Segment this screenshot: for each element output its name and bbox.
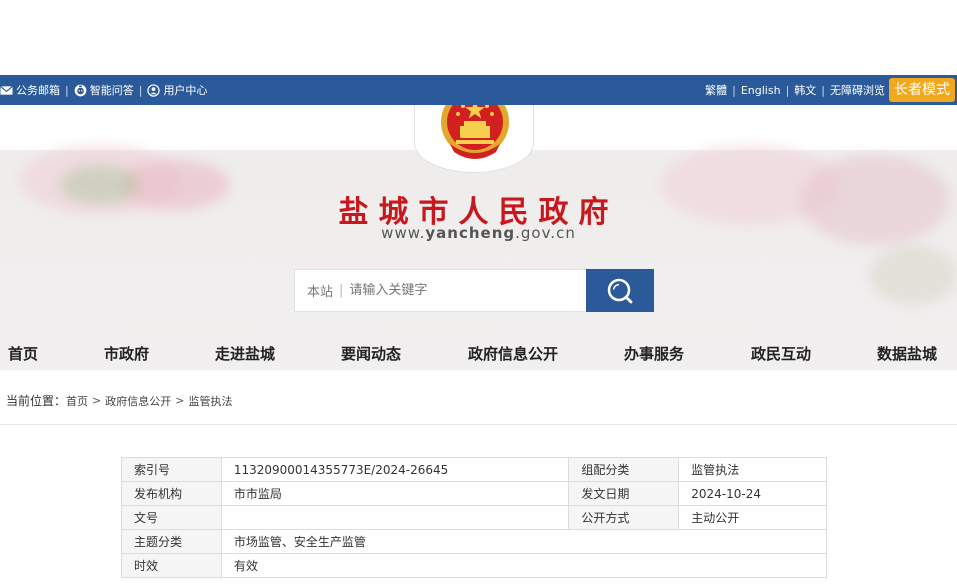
accessible-browse-link[interactable]: 无障碍浏览 <box>830 82 885 98</box>
elder-mode-button[interactable]: 长者模式 <box>889 78 955 102</box>
breadcrumb-sep: > <box>175 394 185 407</box>
table-row: 文号 公开方式 主动公开 <box>121 505 827 530</box>
breadcrumb: 当前位置： 首页 > 政府信息公开 > 监管执法 <box>6 392 232 409</box>
separator: | <box>732 83 736 97</box>
meta-key: 文号 <box>121 505 222 530</box>
breadcrumb-label: 当前位置： <box>6 394 67 408</box>
meta-value: 2024-10-24 <box>678 481 827 506</box>
table-row: 时效 有效 <box>121 553 828 578</box>
url-domain: yancheng <box>425 224 516 242</box>
nav-item-news[interactable]: 要闻动态 <box>341 338 401 370</box>
user-center-link[interactable]: 用户中心 <box>147 82 207 98</box>
search-box: 本站 | <box>294 269 586 312</box>
search-divider: | <box>339 283 344 298</box>
english-link[interactable]: English <box>741 84 781 97</box>
table-row: 主题分类 市场监管、安全生产监管 <box>121 529 828 554</box>
table-row: 发布机构 市市监局 发文日期 2024-10-24 <box>121 481 827 506</box>
meta-key: 时效 <box>121 553 222 578</box>
url-suffix: .gov.cn <box>515 224 576 242</box>
national-emblem-icon <box>441 105 509 159</box>
meta-key: 公开方式 <box>568 505 680 530</box>
table-row: 索引号 11320900014355773E/2024-26645 组配分类 监… <box>121 457 827 482</box>
meta-value: 主动公开 <box>678 505 827 530</box>
user-center-label: 用户中心 <box>163 84 208 97</box>
meta-key: 索引号 <box>121 457 222 482</box>
qa-label: 智能问答 <box>89 84 134 97</box>
top-bar-right: 繁體 | English | 韩文 | 无障碍浏览 长者模式 <box>705 75 955 105</box>
meta-key: 主题分类 <box>121 529 222 554</box>
meta-value <box>220 505 570 530</box>
meta-value: 市场监管、安全生产监管 <box>220 529 828 554</box>
meta-value: 监管执法 <box>678 457 827 482</box>
mail-link[interactable]: 公务邮箱 <box>0 82 60 98</box>
divider <box>0 424 957 425</box>
search-button[interactable] <box>586 269 654 312</box>
search-input[interactable] <box>349 283 570 298</box>
separator: | <box>785 83 790 97</box>
breadcrumb-sep: > <box>92 394 102 407</box>
separator: | <box>65 83 69 97</box>
traditional-chinese-link[interactable]: 繁體 <box>705 82 727 98</box>
meta-value: 市市监局 <box>220 481 570 506</box>
meta-key: 发文日期 <box>568 481 680 506</box>
nav-item-gov-info[interactable]: 政府信息公开 <box>468 338 558 370</box>
nav-item-services[interactable]: 办事服务 <box>624 338 684 370</box>
document-meta-table: 索引号 11320900014355773E/2024-26645 组配分类 监… <box>121 457 828 578</box>
top-bar-left: 公务邮箱 | 智能问答 | 用户中心 <box>0 75 207 105</box>
korean-link[interactable]: 韩文 <box>794 82 816 98</box>
url-prefix: www. <box>381 224 426 242</box>
separator: | <box>821 83 825 97</box>
breadcrumb-current[interactable]: 监管执法 <box>188 393 232 409</box>
main-nav: 首页 市政府 走进盐城 要闻动态 政府信息公开 办事服务 政民互动 数据盐城 <box>0 338 957 370</box>
search-scope[interactable]: 本站 <box>295 281 333 300</box>
nav-item-city-gov[interactable]: 市政府 <box>104 338 149 370</box>
meta-value: 11320900014355773E/2024-26645 <box>220 457 570 482</box>
qa-link[interactable]: 智能问答 <box>74 82 134 98</box>
top-bar: 公务邮箱 | 智能问答 | 用户中心 繁體 | English | 韩文 | 无… <box>0 75 957 105</box>
site-url: www.yancheng.gov.cn <box>0 224 957 242</box>
header-banner: 盐城市人民政府 www.yancheng.gov.cn 本站 | 首页 市政府 … <box>0 105 957 370</box>
nav-item-data[interactable]: 数据盐城 <box>877 338 937 370</box>
breadcrumb-home[interactable]: 首页 <box>66 393 88 409</box>
breadcrumb-gov-info[interactable]: 政府信息公开 <box>105 393 171 409</box>
user-icon <box>147 83 161 97</box>
nav-item-interaction[interactable]: 政民互动 <box>751 338 811 370</box>
blossom-decoration <box>870 245 957 305</box>
chat-robot-icon <box>74 84 87 96</box>
nav-item-about-yancheng[interactable]: 走进盐城 <box>215 338 275 370</box>
mail-icon <box>0 85 13 95</box>
meta-key: 发布机构 <box>121 481 222 506</box>
search-icon <box>607 278 633 303</box>
mail-label: 公务邮箱 <box>16 84 60 97</box>
meta-value: 有效 <box>220 553 828 578</box>
nav-item-home[interactable]: 首页 <box>8 338 38 370</box>
meta-key: 组配分类 <box>568 457 680 482</box>
separator: | <box>138 83 143 97</box>
